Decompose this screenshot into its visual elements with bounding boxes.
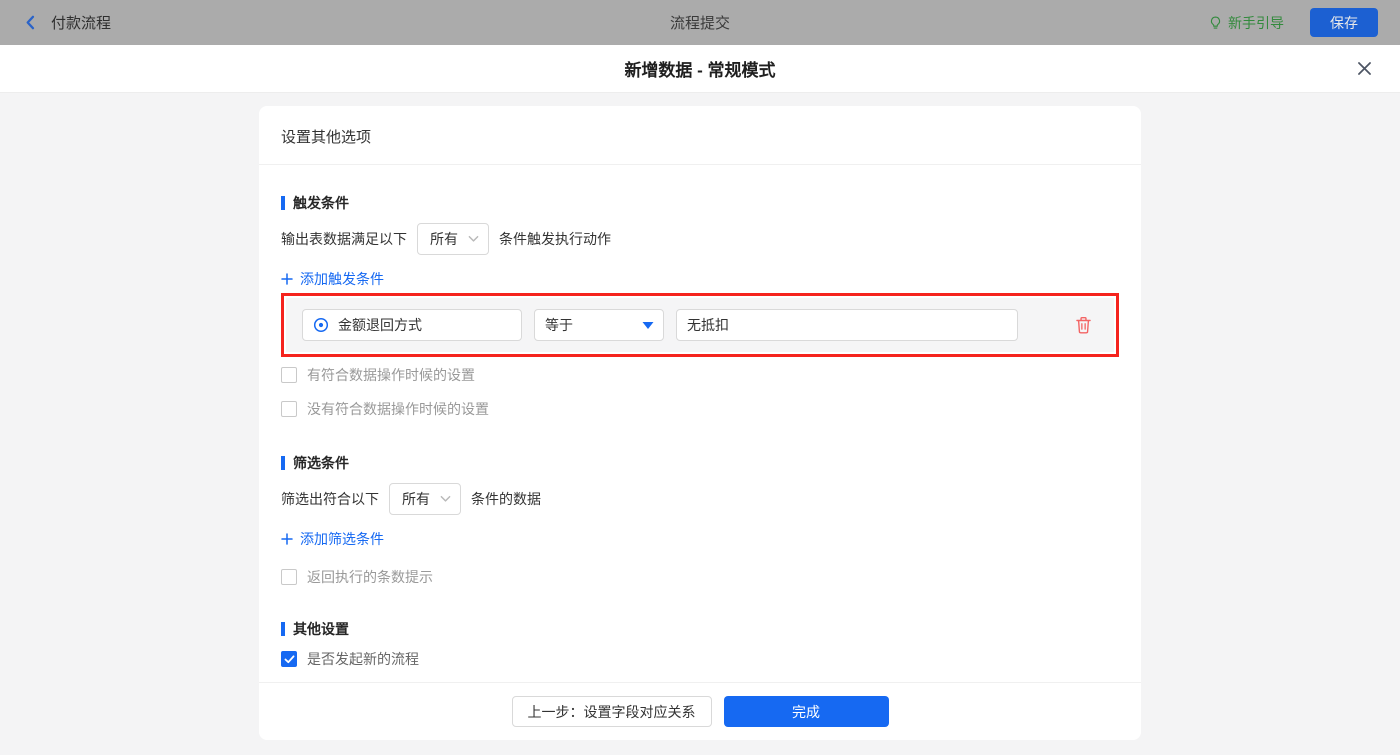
card-footer: 上一步：设置字段对应关系 完成 (259, 682, 1141, 740)
checkbox[interactable] (281, 367, 297, 383)
beginner-guide-link[interactable]: 新手引导 (1208, 13, 1284, 33)
checkbox[interactable] (281, 569, 297, 585)
trigger-match-line: 输出表数据满足以下 所有 条件触发执行动作 (281, 223, 1119, 255)
trigger-match-suffix: 条件触发执行动作 (499, 229, 611, 249)
trigger-match-prefix: 输出表数据满足以下 (281, 229, 407, 249)
card-content: 触发条件 输出表数据满足以下 所有 条件触发执行动作 添加触发条件 (259, 165, 1141, 682)
filter-section-title: 筛选条件 (281, 453, 1119, 473)
chevron-down-icon (468, 235, 479, 243)
topbar: 付款流程 流程提交 新手引导 保存 (0, 0, 1400, 45)
filter-checkbox-row-count-hint: 返回执行的条数提示 (281, 567, 1119, 587)
trigger-checkbox-row-has-data: 有符合数据操作时候的设置 (281, 365, 1119, 385)
section-bar (281, 456, 285, 470)
lightbulb-icon (1208, 15, 1223, 31)
filter-match-line: 筛选出符合以下 所有 条件的数据 (281, 483, 1119, 515)
topbar-title: 流程提交 (0, 12, 1400, 33)
checkbox-label: 是否发起新的流程 (307, 649, 419, 669)
add-trigger-condition-link[interactable]: 添加触发条件 (281, 269, 384, 289)
back-chevron-icon[interactable] (22, 14, 39, 31)
other-checkbox-row-new-flow: 是否发起新的流程 (281, 649, 1119, 669)
plus-icon (281, 273, 293, 285)
filter-match-prefix: 筛选出符合以下 (281, 489, 379, 509)
plus-icon (281, 533, 293, 545)
card-header-title: 设置其他选项 (259, 106, 1141, 165)
trigger-match-select[interactable]: 所有 (417, 223, 489, 255)
trigger-section-title: 触发条件 (281, 193, 1119, 213)
condition-field-select[interactable]: 金额退回方式 (302, 309, 522, 341)
highlighted-condition-annotation: 金额退回方式 等于 (281, 293, 1119, 357)
trigger-checkbox-row-no-data: 没有符合数据操作时候的设置 (281, 399, 1119, 419)
add-filter-condition-link[interactable]: 添加筛选条件 (281, 529, 384, 549)
beginner-guide-label: 新手引导 (1228, 13, 1284, 33)
checkbox[interactable] (281, 651, 297, 667)
done-button[interactable]: 完成 (724, 696, 889, 727)
radio-circle-icon (313, 317, 329, 333)
checkbox-label: 有符合数据操作时候的设置 (307, 365, 475, 385)
modal-title: 新增数据 - 常规模式 (624, 56, 775, 81)
page-body: 设置其他选项 触发条件 输出表数据满足以下 所有 条件触发执行动作 (0, 93, 1400, 754)
condition-value-input[interactable] (676, 309, 1018, 341)
options-card: 设置其他选项 触发条件 输出表数据满足以下 所有 条件触发执行动作 (259, 106, 1141, 740)
checkbox-label: 没有符合数据操作时候的设置 (307, 399, 489, 419)
trigger-condition-row: 金额退回方式 等于 (286, 298, 1114, 352)
modal-header: 新增数据 - 常规模式 (0, 45, 1400, 93)
section-bar (281, 196, 285, 210)
flow-name-label: 付款流程 (51, 12, 111, 33)
topbar-back[interactable]: 付款流程 (22, 12, 111, 33)
condition-operator-select[interactable]: 等于 (534, 309, 664, 341)
filter-match-suffix: 条件的数据 (471, 489, 541, 509)
save-button[interactable]: 保存 (1310, 8, 1378, 37)
triangle-down-icon (633, 310, 663, 340)
trash-icon[interactable] (1075, 316, 1092, 334)
section-bar (281, 622, 285, 636)
chevron-down-icon (440, 495, 451, 503)
checkbox[interactable] (281, 401, 297, 417)
close-icon[interactable] (1355, 59, 1374, 78)
filter-match-select[interactable]: 所有 (389, 483, 461, 515)
other-section-title: 其他设置 (281, 619, 1119, 639)
previous-step-button[interactable]: 上一步：设置字段对应关系 (512, 696, 712, 727)
checkbox-label: 返回执行的条数提示 (307, 567, 433, 587)
